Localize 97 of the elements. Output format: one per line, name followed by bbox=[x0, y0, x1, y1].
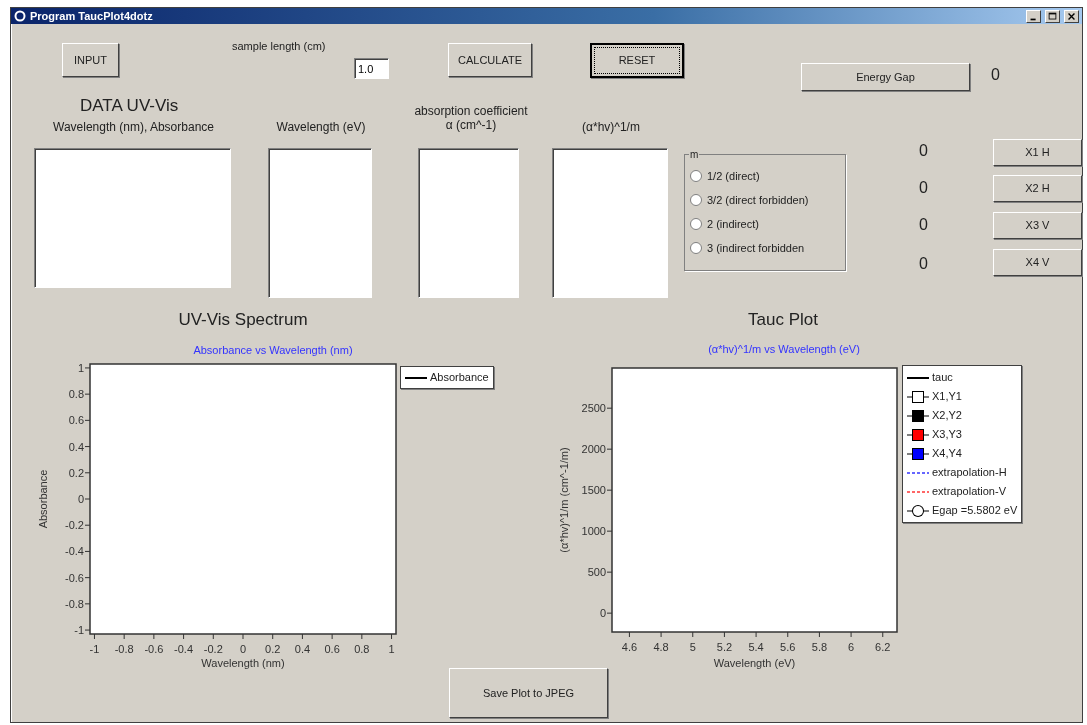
radio-button[interactable] bbox=[690, 170, 702, 182]
radio-button[interactable] bbox=[690, 218, 702, 230]
app-icon bbox=[14, 10, 26, 22]
data-list-field[interactable] bbox=[268, 148, 372, 298]
legend-label: X3,Y3 bbox=[932, 427, 962, 443]
tick-label: 0 bbox=[599, 607, 606, 620]
field-label: sample length (cm) bbox=[232, 39, 326, 54]
minimize-icon[interactable] bbox=[1026, 9, 1041, 23]
axis-label: Wavelength (nm) bbox=[201, 657, 285, 669]
energy-gap-button[interactable]: Energy Gap bbox=[801, 63, 970, 91]
radio-button[interactable] bbox=[690, 242, 702, 254]
chart-title: (α*hv)^1/m vs Wavelength (eV) bbox=[707, 342, 861, 357]
axis-label: Absorbance bbox=[37, 469, 49, 529]
tick-label: -1 bbox=[74, 624, 84, 637]
tick-label: 5 bbox=[689, 641, 696, 653]
radio-button[interactable] bbox=[690, 194, 702, 206]
chart-heading: UV-Vis Spectrum bbox=[177, 309, 309, 331]
point-value: 0 bbox=[919, 178, 928, 198]
close-icon[interactable] bbox=[1064, 9, 1079, 23]
tick-label: -0.2 bbox=[203, 643, 223, 655]
axis-label: Wavelength (eV) bbox=[713, 657, 796, 669]
tick-label: 1500 bbox=[581, 484, 606, 497]
radio-option[interactable]: 1/2 (direct) bbox=[685, 164, 845, 188]
tick-label: 5.2 bbox=[716, 641, 733, 653]
point-button[interactable]: X2 H bbox=[993, 175, 1082, 202]
tick-label: -0.6 bbox=[144, 643, 164, 655]
maximize-icon[interactable] bbox=[1045, 9, 1060, 23]
legend-label: tauc bbox=[932, 370, 953, 386]
chart-heading: Tauc Plot bbox=[747, 309, 819, 331]
legend-label: X4,Y4 bbox=[932, 446, 962, 462]
point-value: 0 bbox=[919, 254, 928, 274]
square-marker-icon bbox=[907, 447, 929, 460]
column-header: (α*hv)^1/m bbox=[581, 121, 641, 135]
tick-label: 2500 bbox=[581, 402, 606, 415]
radio-option[interactable]: 2 (indirect) bbox=[685, 212, 845, 236]
tick-label: 4.6 bbox=[621, 641, 638, 653]
tick-label: 1 bbox=[388, 643, 395, 655]
radio-option[interactable]: 3/2 (direct forbidden) bbox=[685, 188, 845, 212]
tick-label: 1000 bbox=[581, 525, 606, 538]
tick-label: 0 bbox=[239, 643, 247, 655]
tick-label: -1 bbox=[89, 643, 100, 655]
sample-length-field[interactable]: 1.0 bbox=[354, 58, 389, 79]
button[interactable]: CALCULATE bbox=[448, 43, 532, 77]
tick-label: 0.8 bbox=[68, 388, 84, 401]
legend-label: X1,Y1 bbox=[932, 389, 962, 405]
tick-label: 6 bbox=[848, 641, 855, 653]
button[interactable]: RESET bbox=[590, 43, 684, 78]
column-header: Wavelength (nm), Absorbance bbox=[52, 121, 215, 135]
tick-label: -0.4 bbox=[65, 545, 84, 558]
circle-marker-icon bbox=[907, 504, 929, 517]
data-list-field[interactable] bbox=[552, 148, 668, 298]
square-marker-icon bbox=[907, 390, 929, 403]
tick-label: 2000 bbox=[581, 443, 606, 456]
column-header: absorption coefficient α (cm^-1) bbox=[413, 105, 529, 133]
tick-label: 0.2 bbox=[68, 466, 84, 479]
axis-label: (α*hv)^1/m (cm^-1/m) bbox=[558, 447, 570, 553]
energy-gap-value: 0 bbox=[991, 65, 1000, 85]
square-marker-icon bbox=[907, 409, 929, 422]
point-value: 0 bbox=[919, 141, 928, 161]
legend-label: X2,Y2 bbox=[932, 408, 962, 424]
tick-label: 0.8 bbox=[354, 643, 370, 655]
point-button[interactable]: X4 V bbox=[993, 249, 1082, 276]
window-title: Program TaucPlot4dotz bbox=[30, 8, 153, 24]
data-list-field[interactable] bbox=[34, 148, 231, 288]
tick-label: 5.6 bbox=[780, 641, 796, 653]
legend-label: extrapolation-H bbox=[932, 465, 1007, 481]
chart-title: Absorbance vs Wavelength (nm) bbox=[192, 343, 354, 358]
tick-label: 5.4 bbox=[748, 641, 764, 653]
legend-label: Egap =5.5802 eV bbox=[932, 503, 1018, 519]
radio-option[interactable]: 3 (indirect forbidden bbox=[685, 236, 845, 260]
square-marker-icon bbox=[907, 428, 929, 441]
tick-label: 0.4 bbox=[294, 643, 311, 655]
point-value: 0 bbox=[919, 215, 928, 235]
tick-label: 0.2 bbox=[265, 643, 281, 655]
point-button[interactable]: X1 H bbox=[993, 139, 1082, 166]
section-title: DATA UV-Vis bbox=[80, 95, 179, 117]
tick-label: 4.8 bbox=[653, 641, 669, 653]
legend-label: extrapolation-V bbox=[932, 484, 1006, 500]
tick-label: -0.6 bbox=[65, 571, 84, 584]
tick-label: 0.6 bbox=[324, 643, 340, 655]
legend-label: Absorbance bbox=[430, 370, 489, 386]
data-list-field[interactable] bbox=[418, 148, 519, 298]
tick-label: -0.8 bbox=[65, 597, 84, 610]
tick-label: 500 bbox=[587, 566, 606, 579]
tick-label: 0 bbox=[77, 493, 84, 505]
tick-label: -0.8 bbox=[114, 643, 134, 655]
tick-label: -0.4 bbox=[174, 643, 194, 655]
column-header: Wavelength (eV) bbox=[275, 121, 367, 135]
save-button[interactable]: Save Plot to JPEG bbox=[449, 668, 608, 718]
tick-label: 0.4 bbox=[68, 440, 84, 453]
tick-label: 5.8 bbox=[811, 641, 828, 653]
point-button[interactable]: X3 V bbox=[993, 212, 1082, 239]
tick-label: 0.6 bbox=[68, 414, 84, 427]
tick-label: 1 bbox=[77, 361, 84, 374]
button[interactable]: INPUT bbox=[62, 43, 119, 77]
tick-label: -0.2 bbox=[65, 519, 84, 532]
tick-label: 6.2 bbox=[875, 641, 891, 653]
